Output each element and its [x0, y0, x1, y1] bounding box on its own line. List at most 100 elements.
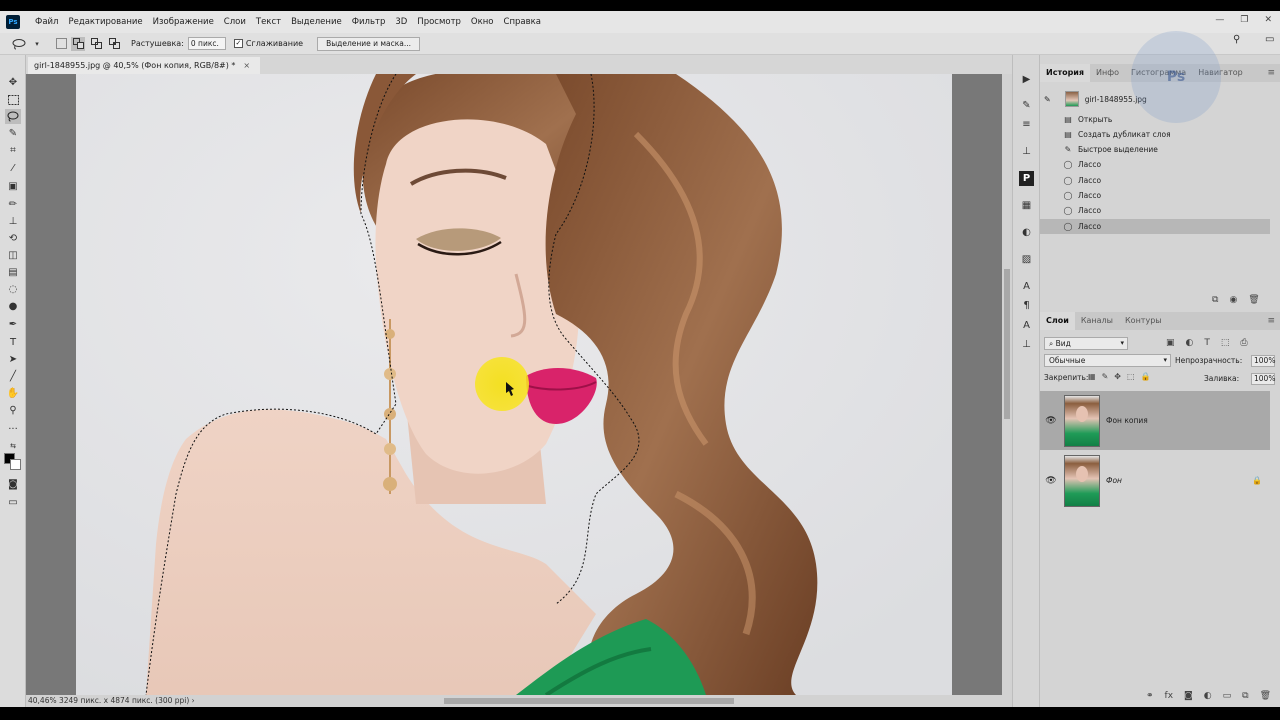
dodge-tool-icon[interactable]: ●: [5, 299, 21, 314]
horizontal-scrollbar[interactable]: 40,46% 3249 пикс. x 4874 пикс. (300 ppi)…: [26, 695, 1012, 707]
trash-icon[interactable]: 🗑: [1260, 691, 1271, 701]
history-item[interactable]: ◯ Лассо: [1040, 188, 1270, 203]
intersect-selection-icon[interactable]: [107, 37, 121, 51]
new-group-icon[interactable]: ▭: [1223, 691, 1232, 701]
properties-icon[interactable]: ▨: [1019, 252, 1034, 267]
zoom-tool-icon[interactable]: ⚲: [5, 403, 21, 418]
history-item[interactable]: ◯ Лассо: [1040, 173, 1270, 188]
document-tab[interactable]: girl-1848955.jpg @ 40,5% (Фон копия, RGB…: [28, 57, 261, 74]
plugin-p-icon[interactable]: P: [1019, 171, 1034, 186]
adjustments-icon[interactable]: ≡: [1019, 117, 1034, 132]
new-layer-icon[interactable]: ⧉: [1242, 691, 1248, 701]
brush-settings-icon[interactable]: ✎: [1019, 98, 1034, 113]
history-item[interactable]: ◯ Лассо: [1040, 157, 1270, 172]
path-selection-tool-icon[interactable]: ➤: [5, 352, 21, 367]
frame-tool-icon[interactable]: ▣: [5, 179, 21, 194]
hand-tool-icon[interactable]: ✋: [5, 386, 21, 401]
filter-adjustment-icon[interactable]: ◐: [1186, 338, 1194, 348]
clone-source-icon[interactable]: ⊥: [1019, 144, 1034, 159]
opacity-input[interactable]: 100%: [1251, 355, 1275, 367]
marquee-tool-icon[interactable]: [5, 92, 21, 107]
background-color-swatch[interactable]: [10, 459, 21, 470]
stamp-tool-icon[interactable]: ⊥: [5, 214, 21, 229]
glyphs-icon[interactable]: A: [1019, 318, 1034, 333]
workspace-icon[interactable]: ▭: [1265, 34, 1274, 45]
restore-icon[interactable]: ❐: [1240, 15, 1248, 25]
filter-pixel-icon[interactable]: ▣: [1166, 338, 1175, 348]
subtract-selection-icon[interactable]: [89, 37, 103, 51]
layer-style-fx-icon[interactable]: fx: [1165, 691, 1174, 701]
tab-channels[interactable]: Каналы: [1075, 312, 1119, 330]
blend-mode-select[interactable]: Обычные ▾: [1044, 354, 1171, 367]
menu-text[interactable]: Текст: [251, 17, 286, 27]
lock-icon[interactable]: 🔒: [1252, 476, 1262, 485]
close-icon[interactable]: ✕: [1264, 15, 1272, 25]
eye-visibility-icon[interactable]: 👁: [1044, 476, 1058, 486]
quick-selection-tool-icon[interactable]: ✎: [5, 126, 21, 141]
image-canvas[interactable]: [76, 74, 952, 695]
menu-filter[interactable]: Фильтр: [347, 17, 391, 27]
lock-transparent-icon[interactable]: ▦: [1088, 372, 1096, 381]
blur-tool-icon[interactable]: ◌: [5, 282, 21, 297]
history-item[interactable]: ✎ Быстрое выделение: [1040, 142, 1270, 157]
history-item-selected[interactable]: ◯ Лассо: [1040, 219, 1270, 234]
filter-smart-icon[interactable]: ⎙: [1240, 338, 1247, 348]
fill-input[interactable]: 100%: [1251, 373, 1275, 385]
lasso-tool-icon[interactable]: [5, 109, 21, 124]
lock-artboard-icon[interactable]: ⬚: [1127, 372, 1135, 381]
menu-window[interactable]: Окно: [466, 17, 499, 27]
swap-colors-icon[interactable]: ⇆: [5, 438, 21, 453]
lock-all-icon[interactable]: 🔒: [1141, 372, 1151, 381]
add-to-selection-icon[interactable]: [71, 36, 85, 51]
text-tool-icon[interactable]: T: [5, 335, 21, 350]
panel-menu-icon[interactable]: ≡: [1267, 316, 1275, 326]
tab-paths[interactable]: Контуры: [1119, 312, 1168, 330]
pen-tool-icon[interactable]: ✒: [5, 317, 21, 332]
adjustment-layer-icon[interactable]: ◐: [1204, 691, 1212, 701]
swatches-grid-icon[interactable]: ▦: [1019, 198, 1034, 213]
feather-input[interactable]: 0 пикс.: [187, 37, 226, 50]
panel-menu-icon[interactable]: ≡: [1267, 68, 1275, 78]
history-item[interactable]: ◯ Лассо: [1040, 203, 1270, 218]
trash-icon[interactable]: 🗑: [1248, 295, 1259, 305]
paragraph-icon[interactable]: ¶: [1019, 298, 1034, 313]
add-mask-icon[interactable]: ◙: [1184, 691, 1193, 701]
lasso-preset-icon[interactable]: [12, 37, 26, 51]
lock-pixels-icon[interactable]: ✎: [1102, 372, 1109, 381]
vertical-scrollbar[interactable]: [1002, 74, 1012, 695]
history-item[interactable]: ▤ Создать дубликат слоя: [1040, 127, 1270, 142]
color-wheel-icon[interactable]: ◐: [1019, 225, 1034, 240]
quick-mask-icon[interactable]: ◙: [5, 477, 21, 492]
play-actions-icon[interactable]: ▶: [1019, 72, 1034, 87]
eyedropper-tool-icon[interactable]: ⁄: [5, 161, 21, 176]
menu-file[interactable]: Файл: [30, 17, 63, 27]
move-tool-icon[interactable]: ✥: [5, 75, 21, 90]
screen-mode-icon[interactable]: ▭: [5, 495, 21, 510]
lock-position-icon[interactable]: ✥: [1114, 372, 1121, 381]
menu-layers[interactable]: Слои: [219, 17, 251, 27]
history-brush-tool-icon[interactable]: ⟲: [5, 231, 21, 246]
tab-info[interactable]: Инфо: [1090, 64, 1125, 82]
history-snapshot[interactable]: ✎ girl-1848955.jpg: [1044, 89, 1147, 109]
layer-row[interactable]: 👁 Фон копия: [1040, 391, 1270, 450]
eye-visibility-icon[interactable]: 👁: [1044, 416, 1058, 426]
menu-3d[interactable]: 3D: [390, 17, 412, 27]
horizontal-scroll-thumb[interactable]: [444, 698, 734, 704]
chevron-down-icon[interactable]: ▾: [30, 37, 44, 51]
search-icon[interactable]: ⚲: [1233, 34, 1240, 45]
new-selection-icon[interactable]: [56, 38, 67, 49]
line-tool-icon[interactable]: ╱: [5, 369, 21, 384]
menu-select[interactable]: Выделение: [286, 17, 347, 27]
tab-history[interactable]: История: [1040, 64, 1091, 82]
menu-edit[interactable]: Редактирование: [63, 17, 147, 27]
crop-tool-icon[interactable]: ⌗: [5, 143, 21, 158]
history-brush-source-icon[interactable]: ✎: [1044, 95, 1051, 104]
close-tab-icon[interactable]: ×: [243, 61, 250, 70]
tab-layers[interactable]: Слои: [1040, 312, 1075, 330]
layer-row[interactable]: 👁 Фон 🔒: [1040, 451, 1270, 510]
gradient-tool-icon[interactable]: ▤: [5, 265, 21, 280]
snapshot-camera-icon[interactable]: ◉: [1229, 295, 1237, 305]
menu-help[interactable]: Справка: [499, 17, 546, 27]
antialias-checkbox[interactable]: ✓: [233, 39, 243, 48]
menu-image[interactable]: Изображение: [148, 17, 219, 27]
